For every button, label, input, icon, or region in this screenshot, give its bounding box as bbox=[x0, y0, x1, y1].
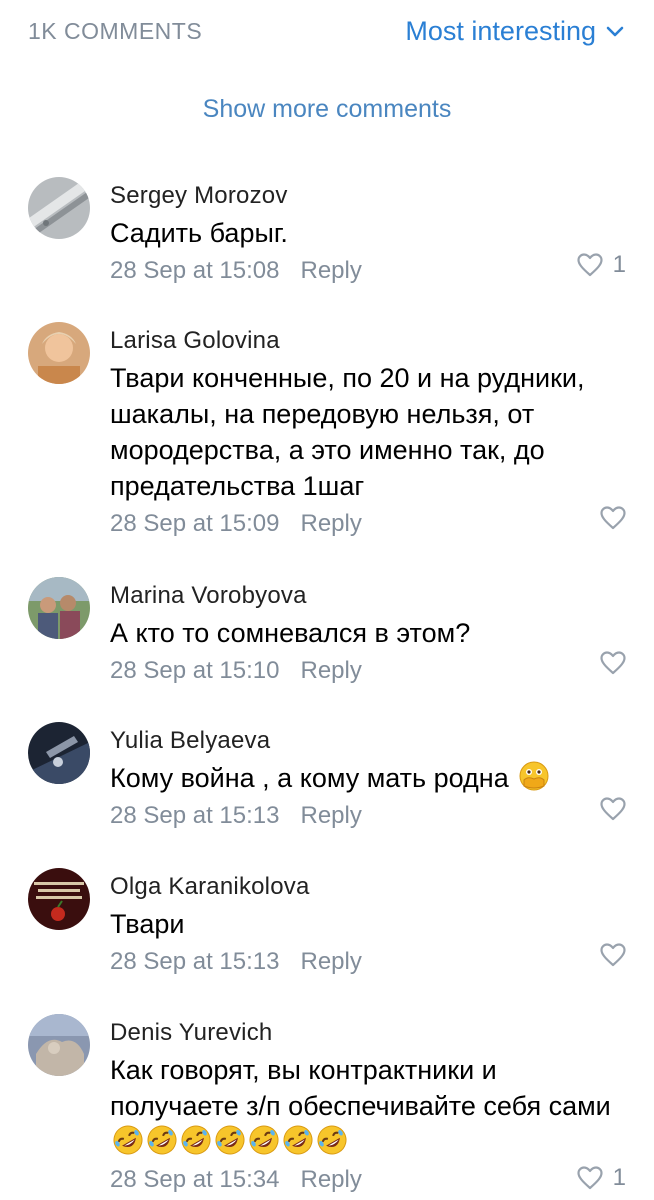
comment-text-content: Кому война , а кому мать родна bbox=[110, 763, 509, 793]
reply-button[interactable]: Reply bbox=[300, 657, 361, 685]
sort-label: Most interesting bbox=[405, 16, 596, 46]
comment-text: А кто то сомневался в этом? bbox=[110, 618, 471, 648]
avatar[interactable] bbox=[28, 322, 90, 384]
comment-author[interactable]: Larisa Golovina bbox=[110, 326, 620, 356]
heart-icon bbox=[600, 797, 626, 821]
heart-icon bbox=[577, 1166, 603, 1190]
comment-text: Садить барыг. bbox=[110, 218, 288, 248]
comment-text-content: Как говорят, вы контрактники и получаете… bbox=[110, 1055, 611, 1121]
comment-item: Sergey Morozov Садить барыг. 28 Sep at 1… bbox=[0, 175, 654, 285]
heart-icon bbox=[600, 943, 626, 967]
heart-icon bbox=[600, 506, 626, 530]
like-count: 1 bbox=[612, 1164, 626, 1191]
like-button[interactable] bbox=[600, 797, 626, 821]
comment-time: 28 Sep at 15:10 bbox=[110, 657, 280, 684]
avatar[interactable] bbox=[28, 1014, 90, 1076]
rolling-on-the-floor-laughing-icon bbox=[180, 1124, 212, 1156]
like-count: 1 bbox=[612, 251, 626, 278]
reply-button[interactable]: Reply bbox=[300, 802, 361, 830]
comment-time: 28 Sep at 15:13 bbox=[110, 948, 280, 975]
rolling-on-the-floor-laughing-icon bbox=[214, 1124, 246, 1156]
rolling-on-the-floor-laughing-icon bbox=[146, 1124, 178, 1156]
comment-item: Denis Yurevich Как говорят, вы контрактн… bbox=[0, 1012, 654, 1200]
avatar[interactable] bbox=[28, 722, 90, 784]
comment-time: 28 Sep at 15:13 bbox=[110, 802, 280, 829]
like-button[interactable]: 1 bbox=[577, 1164, 626, 1192]
reply-button[interactable]: Reply bbox=[300, 510, 361, 538]
comment-text: Твари конченные, по 20 и на рудники, шак… bbox=[110, 363, 585, 501]
comment-author[interactable]: Olga Karanikolova bbox=[110, 872, 620, 902]
avatar[interactable] bbox=[28, 868, 90, 930]
reply-button[interactable]: Reply bbox=[300, 948, 361, 976]
like-button[interactable] bbox=[600, 943, 626, 967]
comment-item: Olga Karanikolova Твари 28 Sep at 15:13 … bbox=[0, 866, 654, 976]
comments-count: 1K COMMENTS bbox=[28, 18, 203, 44]
reply-button[interactable]: Reply bbox=[300, 1166, 361, 1194]
comment-author[interactable]: Sergey Morozov bbox=[110, 181, 620, 211]
like-button[interactable]: 1 bbox=[577, 251, 626, 279]
comment-time: 28 Sep at 15:08 bbox=[110, 257, 280, 284]
rolling-on-the-floor-laughing-icon bbox=[112, 1124, 144, 1156]
avatar[interactable] bbox=[28, 177, 90, 239]
comment-time: 28 Sep at 15:34 bbox=[110, 1166, 280, 1193]
chevron-down-icon bbox=[606, 26, 624, 36]
comment-item: Marina Vorobyova А кто то сомневался в э… bbox=[0, 575, 654, 685]
heart-icon bbox=[577, 253, 603, 277]
comment-item: Yulia Belyaeva Кому война , а кому мать … bbox=[0, 720, 654, 830]
comment-item: Larisa Golovina Твари конченные, по 20 и… bbox=[0, 320, 654, 540]
show-more-comments-button[interactable]: Show more comments bbox=[0, 95, 654, 124]
comment-text: Кому война , а кому мать родна bbox=[110, 760, 620, 796]
like-button[interactable] bbox=[600, 506, 626, 530]
rolling-on-the-floor-laughing-icon bbox=[316, 1124, 348, 1156]
like-button[interactable] bbox=[600, 651, 626, 675]
rolling-on-the-floor-laughing-icon bbox=[282, 1124, 314, 1156]
comments-header: 1K COMMENTS Most interesting bbox=[0, 0, 654, 66]
sort-dropdown[interactable]: Most interesting bbox=[405, 16, 624, 47]
comment-author[interactable]: Yulia Belyaeva bbox=[110, 726, 620, 756]
comment-author[interactable]: Denis Yurevich bbox=[110, 1018, 620, 1048]
comment-text: Твари bbox=[110, 909, 185, 939]
comment-text: Как говорят, вы контрактники и получаете… bbox=[110, 1052, 620, 1160]
reply-button[interactable]: Reply bbox=[300, 257, 361, 285]
comment-author[interactable]: Marina Vorobyova bbox=[110, 581, 620, 611]
avatar[interactable] bbox=[28, 577, 90, 639]
comment-time: 28 Sep at 15:09 bbox=[110, 510, 280, 537]
heart-icon bbox=[600, 651, 626, 675]
rolling-on-the-floor-laughing-icon bbox=[248, 1124, 280, 1156]
hushed-face-icon bbox=[518, 760, 550, 792]
